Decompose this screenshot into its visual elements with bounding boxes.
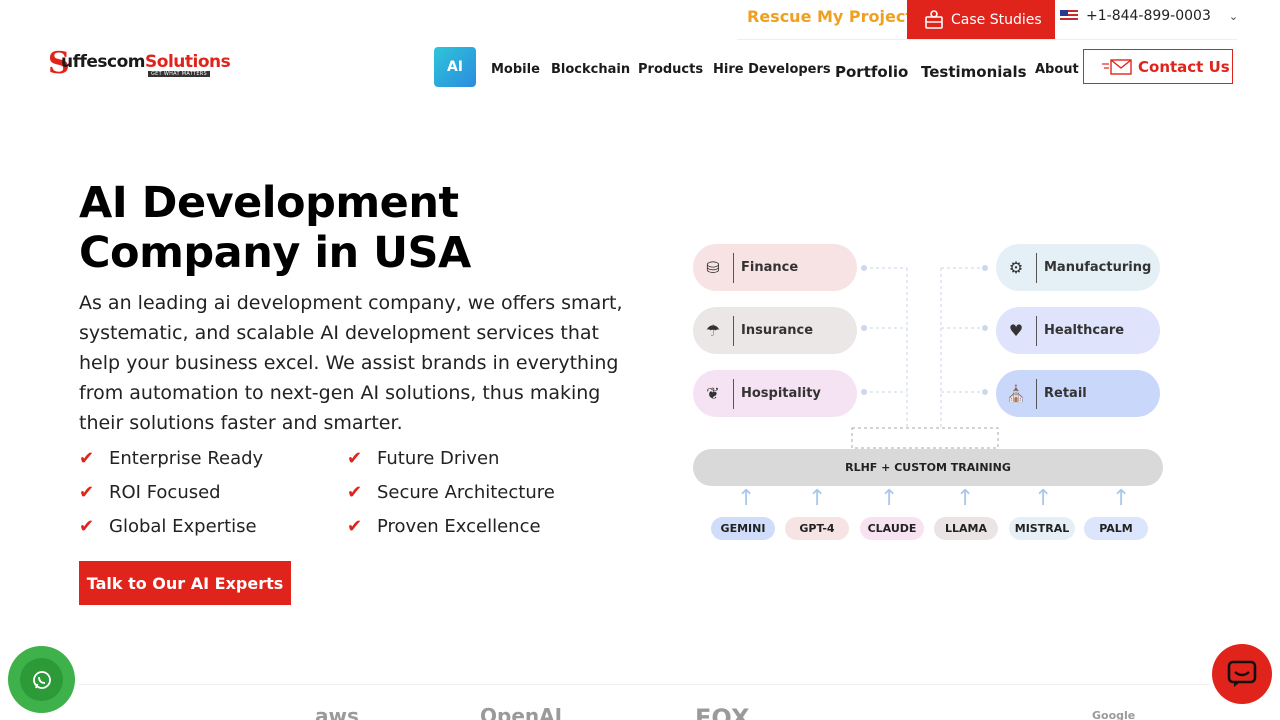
chat-bubble-icon: [1227, 660, 1257, 687]
model-gpt4: GPT-4: [785, 517, 849, 540]
arrow-up-icon: ↑: [956, 486, 975, 511]
model-mistral: MISTRAL: [1009, 517, 1075, 540]
partner-logo-google: Google: [1092, 709, 1136, 720]
partner-logo-openai: OpenAI: [480, 704, 563, 720]
partner-logo-aws: aws: [315, 704, 359, 720]
model-claude: CLAUDE: [860, 517, 924, 540]
whatsapp-icon: [20, 658, 63, 701]
heart-pulse-icon: ♥: [1008, 321, 1024, 340]
pill-separator: [1036, 252, 1037, 283]
industry-label: Healthcare: [1044, 323, 1125, 338]
industry-label: Retail: [1044, 386, 1087, 401]
pill-separator: [733, 315, 734, 346]
pill-separator: [1036, 315, 1037, 346]
factory-icon: ⚙: [1008, 258, 1024, 277]
model-llama: LLAMA: [934, 517, 998, 540]
industry-hospitality: ❦ Hospitality: [693, 370, 857, 417]
pill-separator: [733, 378, 734, 409]
industry-retail: ⛪ Retail: [996, 370, 1160, 417]
arrow-up-icon: ↑: [1034, 486, 1053, 511]
arrow-up-icon: ↑: [737, 486, 756, 511]
arrow-up-icon: ↑: [1112, 486, 1131, 511]
pill-separator: [1036, 378, 1037, 409]
umbrella-icon: ☂: [705, 321, 721, 340]
industry-label: Manufacturing: [1044, 260, 1152, 275]
industry-label: Insurance: [741, 323, 814, 338]
coins-icon: ⛁: [706, 258, 720, 277]
partner-logo-fox: FOX: [695, 704, 750, 720]
arrow-up-icon: ↑: [880, 486, 899, 511]
whatsapp-button[interactable]: [8, 646, 75, 713]
hands-icon: ❦: [706, 384, 720, 403]
model-gemini: GEMINI: [711, 517, 775, 540]
live-chat-button[interactable]: [1212, 644, 1272, 704]
arrow-up-icon: ↑: [808, 486, 827, 511]
training-bar: RLHF + CUSTOM TRAINING: [693, 449, 1163, 486]
partners-divider: [79, 684, 1209, 685]
diagram-connectors: [851, 265, 999, 449]
industry-label: Finance: [741, 260, 799, 275]
industry-healthcare: ♥ Healthcare: [996, 307, 1160, 354]
industry-finance: ⛁ Finance: [693, 244, 857, 291]
industry-insurance: ☂ Insurance: [693, 307, 857, 354]
industry-label: Hospitality: [741, 386, 821, 401]
pill-separator: [733, 252, 734, 283]
model-palm: PALM: [1084, 517, 1148, 540]
store-icon: ⛪: [1006, 384, 1026, 403]
industry-manufacturing: ⚙ Manufacturing: [996, 244, 1160, 291]
